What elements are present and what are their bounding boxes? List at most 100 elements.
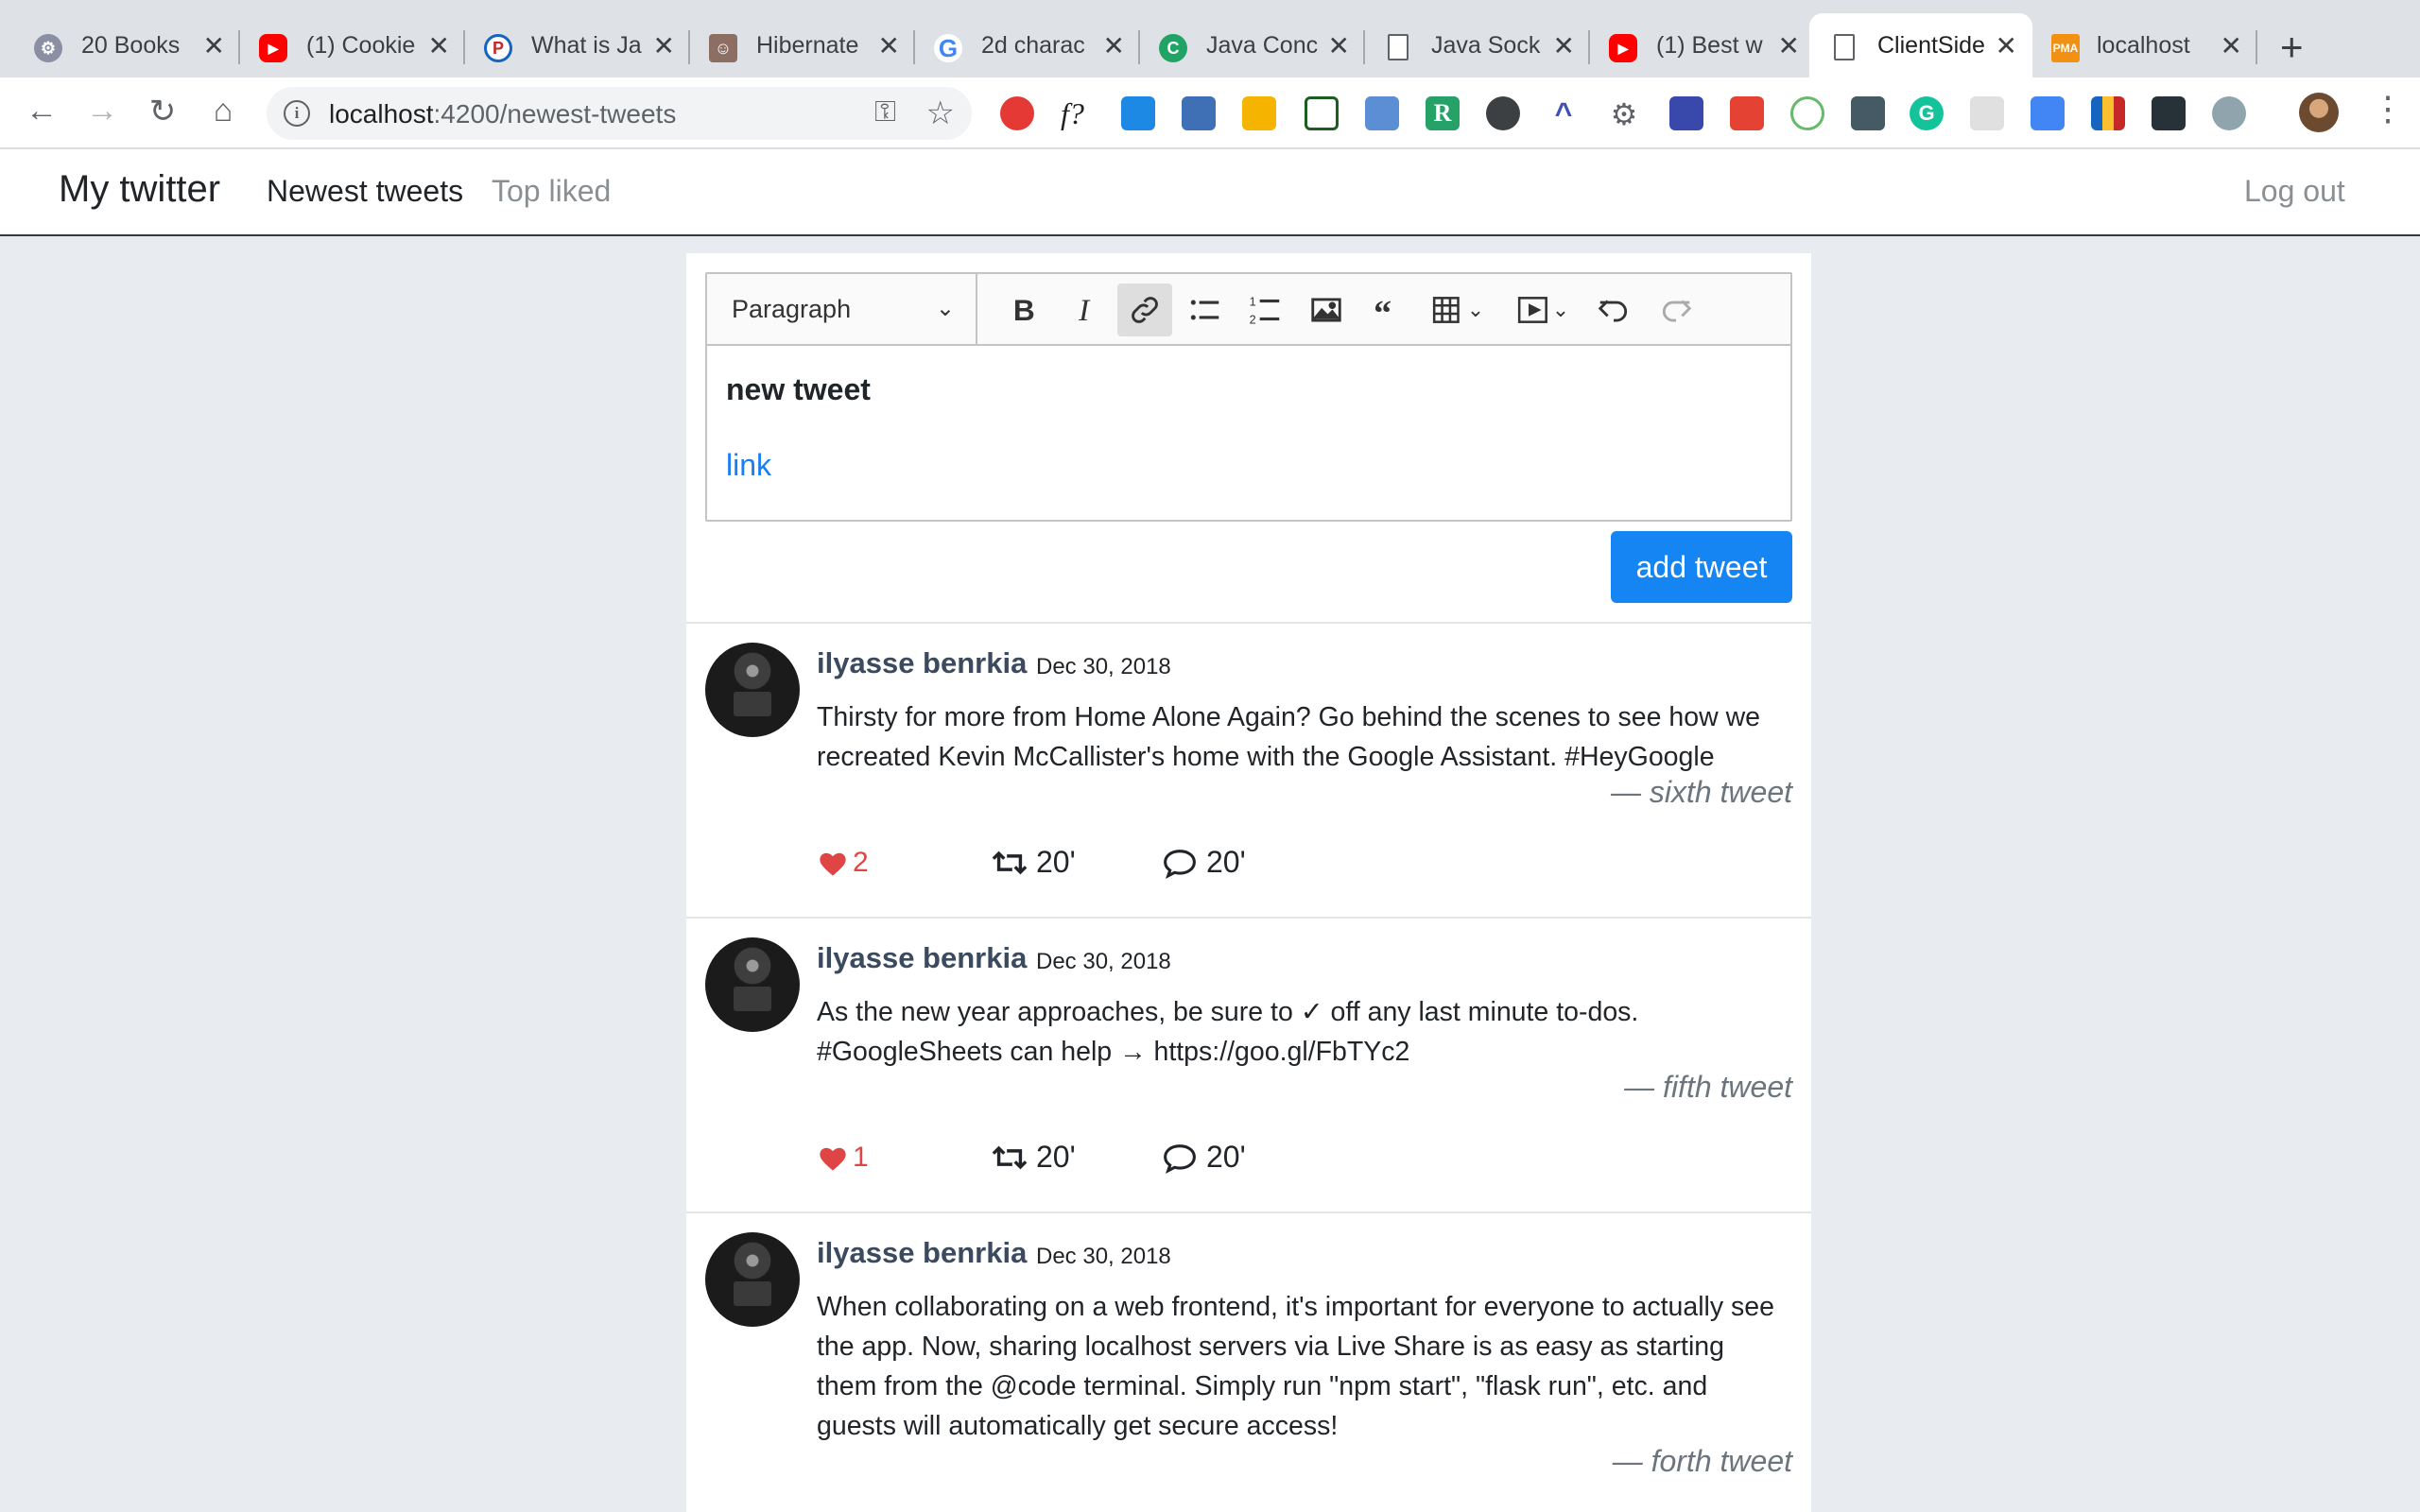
bookmark-star-icon[interactable]: ☆ [926, 94, 955, 132]
camera-extension-icon[interactable] [1365, 96, 1399, 130]
todoist-extension-icon[interactable] [1730, 96, 1764, 130]
react-extension-icon[interactable] [1970, 96, 2004, 130]
insert-table-button[interactable]: ⌄ [1422, 284, 1494, 336]
bulleted-list-button[interactable] [1178, 284, 1233, 336]
media-icon [1517, 297, 1547, 323]
avatar[interactable] [705, 937, 800, 1032]
caret-extension-icon[interactable]: ^ [1547, 96, 1581, 130]
tweet-item: ilyasse benrkia Dec 30, 2018 As the new … [686, 917, 1811, 1211]
tweet-body: When collaborating on a web frontend, it… [817, 1292, 1775, 1441]
close-icon[interactable]: ✕ [1328, 30, 1350, 61]
browser-tab[interactable]: C Java Conc ✕ [1125, 13, 1365, 77]
flag-extension-icon[interactable] [2091, 96, 2125, 130]
browser-tab[interactable]: ▶ (1) Best w ✕ [1575, 13, 1815, 77]
r-extension-icon[interactable]: R [1426, 96, 1460, 130]
bold-icon: B [1013, 293, 1035, 327]
tab-title: ClientSide [1877, 32, 1985, 59]
like-button[interactable]: 1 [817, 1142, 869, 1174]
retweet-count: 20' [1036, 1140, 1076, 1174]
undo-button[interactable] [1586, 284, 1641, 336]
image-icon [1311, 298, 1341, 322]
address-bar[interactable]: i localhost:4200/newest-tweets ⚿ ☆ [267, 87, 972, 140]
avatar[interactable] [705, 643, 800, 737]
link-button[interactable] [1117, 284, 1172, 336]
new-tab-button[interactable]: + [2280, 25, 2304, 70]
retweet-count: 20' [1036, 845, 1076, 879]
close-icon[interactable]: ✕ [1778, 30, 1800, 61]
heading-dropdown-label: Paragraph [732, 295, 852, 323]
close-icon[interactable]: ✕ [653, 30, 675, 61]
adblock-extension-icon[interactable] [1000, 96, 1034, 130]
browser-tab[interactable]: P What is Ja ✕ [450, 13, 690, 77]
heart-icon [820, 1147, 846, 1171]
png-extension-icon[interactable] [1669, 96, 1703, 130]
browser-tab[interactable]: Java Sock ✕ [1350, 13, 1590, 77]
close-icon[interactable]: ✕ [203, 30, 225, 61]
browser-tab[interactable]: PMA localhost ✕ [2032, 13, 2257, 77]
home-icon[interactable]: ⌂ [202, 93, 244, 129]
redo-button[interactable] [1649, 284, 1703, 336]
bold-button[interactable]: B [996, 284, 1051, 336]
comment-button[interactable]: 20' [1161, 845, 1246, 880]
browser-tab[interactable]: ☺ Hibernate ✕ [675, 13, 915, 77]
forward-arrow-icon[interactable]: → [81, 93, 123, 129]
insert-media-button[interactable]: ⌄ [1507, 284, 1579, 336]
close-icon[interactable]: ✕ [1103, 30, 1125, 61]
info-icon[interactable]: i [284, 100, 310, 127]
back-arrow-icon[interactable]: ← [21, 93, 62, 129]
nav-link-top-liked[interactable]: Top liked [492, 174, 611, 209]
tweet-author[interactable]: ilyasse benrkia [817, 646, 1027, 680]
chart-extension-icon[interactable] [1182, 96, 1216, 130]
tweet-author[interactable]: ilyasse benrkia [817, 1236, 1027, 1270]
close-icon[interactable]: ✕ [2221, 30, 2242, 61]
insert-image-button[interactable] [1299, 284, 1354, 336]
js-extension-icon[interactable] [1790, 96, 1824, 130]
close-icon[interactable]: ✕ [428, 30, 450, 61]
url-text[interactable]: localhost:4200/newest-tweets [329, 99, 676, 129]
eyedropper-extension-icon[interactable] [1851, 96, 1885, 130]
like-button[interactable]: 2 [817, 847, 869, 879]
key-icon[interactable]: ⚿ [874, 96, 896, 129]
nav-link-newest-tweets[interactable]: Newest tweets [267, 174, 463, 209]
server-extension-icon[interactable] [2152, 96, 2186, 130]
screenshot-extension-icon[interactable] [1305, 96, 1339, 130]
logout-link[interactable]: Log out [2244, 174, 2345, 209]
editor-content-area[interactable]: new tweet link [707, 346, 1790, 520]
italic-button[interactable]: I [1059, 284, 1114, 336]
close-icon[interactable]: ✕ [1996, 30, 2017, 61]
heading-dropdown[interactable]: Paragraph ⌄ [707, 274, 977, 344]
brand-logo-text[interactable]: My twitter [59, 168, 220, 211]
gear-extension-icon[interactable]: ⚙ [1607, 96, 1641, 131]
avatar[interactable] [705, 1232, 800, 1327]
tweet-author[interactable]: ilyasse benrkia [817, 941, 1027, 975]
globe-extension-icon[interactable] [2212, 96, 2246, 130]
browser-tab-active[interactable]: ClientSide ✕ [1809, 13, 2032, 77]
tab-title: 20 Books [81, 32, 181, 59]
scale-extension-icon[interactable] [1121, 96, 1155, 130]
quote-icon: “ [1374, 294, 1392, 328]
browser-tab[interactable]: ▶ (1) Cookie ✕ [225, 13, 465, 77]
blockquote-button[interactable]: “ [1361, 284, 1416, 336]
profile-avatar[interactable] [2299, 93, 2339, 132]
reload-icon[interactable]: ↻ [142, 93, 183, 130]
retweet-button[interactable]: 20' [991, 1140, 1076, 1175]
retweet-button[interactable]: 20' [991, 845, 1076, 880]
paint-extension-icon[interactable] [1242, 96, 1276, 130]
comment-button[interactable]: 20' [1161, 1140, 1246, 1175]
person-favicon-icon: ☺ [709, 34, 737, 62]
numbered-list-button[interactable]: 12 [1238, 284, 1293, 336]
tab-title: What is Ja [531, 32, 642, 59]
grammarly-extension-icon[interactable]: G [1910, 96, 1944, 130]
close-icon[interactable]: ✕ [1553, 30, 1575, 61]
font-extension-icon[interactable]: f? [1061, 96, 1095, 130]
browser-tab[interactable]: G 2d charac ✕ [900, 13, 1140, 77]
editor-link-text[interactable]: link [726, 448, 771, 483]
add-tweet-button[interactable]: add tweet [1611, 531, 1792, 603]
svg-text:“: “ [1374, 294, 1392, 328]
bulb-extension-icon[interactable] [1486, 96, 1520, 130]
more-vert-icon[interactable]: ⋮ [2371, 89, 2405, 129]
translate-extension-icon[interactable] [2031, 96, 2065, 130]
laptop-silhouette [734, 1281, 771, 1306]
close-icon[interactable]: ✕ [878, 30, 900, 61]
browser-tab[interactable]: ⚙ 20 Books ✕ [0, 13, 240, 77]
